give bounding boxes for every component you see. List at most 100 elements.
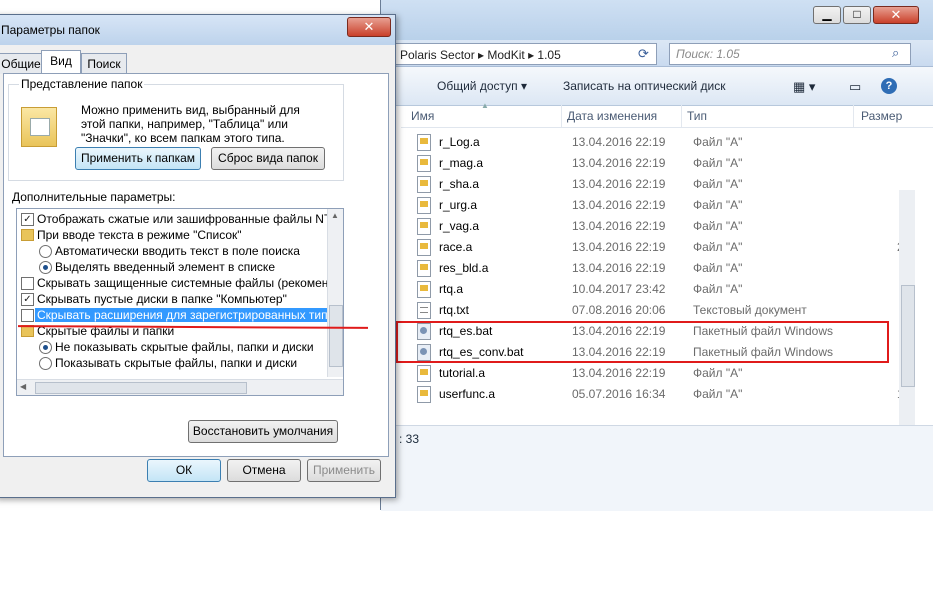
group-description: Можно применить вид, выбранный для этой … <box>81 103 300 145</box>
ok-button[interactable]: ОК <box>147 459 221 482</box>
sort-up-icon: ▲ <box>481 101 489 110</box>
search-icon[interactable]: ⌕ <box>892 45 899 61</box>
file-type: Файл "A" <box>693 198 743 212</box>
file-name[interactable]: res_bld.a <box>439 261 488 275</box>
status-area <box>381 425 933 511</box>
checkbox[interactable] <box>21 277 34 290</box>
maximize-button[interactable]: □ <box>843 6 871 24</box>
column-type[interactable]: Тип <box>687 109 707 123</box>
option-label: Не показывать скрытые файлы, папки и дис… <box>55 340 314 354</box>
option-label: Скрывать пустые диски в папке "Компьютер… <box>37 292 287 306</box>
file-a-icon <box>417 134 431 151</box>
tab-general[interactable]: Общие <box>0 53 43 74</box>
file-date: 13.04.2016 22:19 <box>572 366 666 380</box>
file-type: Файл "A" <box>693 156 743 170</box>
minimize-button[interactable]: ▁ <box>813 6 841 24</box>
option-label: Скрывать расширения для зарегистрированн… <box>35 308 337 322</box>
file-type: Файл "A" <box>693 366 743 380</box>
refresh-icon[interactable]: ⟳ <box>638 46 649 62</box>
address-bar[interactable]: Polaris Sector ▸ ModKit ▸ 1.05 ⟳ <box>387 43 657 65</box>
advanced-items: ✓ Отображать сжатые или зашифрованные фай… <box>17 209 337 377</box>
explorer-close-button[interactable]: ✕ <box>873 6 919 24</box>
tab-panel-view: Представление папок Можно применить вид,… <box>3 73 389 457</box>
scroll-up-icon[interactable]: ▲ <box>331 211 339 220</box>
restore-defaults-button[interactable]: Восстановить умолчания <box>188 420 338 443</box>
file-name[interactable]: userfunc.a <box>439 387 495 401</box>
cancel-button[interactable]: Отмена <box>227 459 301 482</box>
file-name[interactable]: rtq.a <box>439 282 463 296</box>
explorer-scroll-thumb[interactable] <box>901 285 915 387</box>
help-icon[interactable]: ? <box>881 78 897 94</box>
tab-search[interactable]: Поиск <box>81 53 127 74</box>
option-label: Скрывать защищенные системные файлы (рек… <box>37 276 332 290</box>
tab-view[interactable]: Вид <box>41 50 81 75</box>
column-size[interactable]: Размер <box>861 109 902 123</box>
share-menu-button[interactable]: Общий доступ ▾ <box>437 79 527 93</box>
folder-options-dialog: Параметры папок ✕ Общие Вид Поиск Предст… <box>0 14 396 498</box>
scroll-left-icon[interactable]: ◀ <box>20 382 26 391</box>
radio-button[interactable] <box>39 245 52 258</box>
file-row[interactable]: rtq.a 10.04.2017 23:42 Файл "A" <box>417 279 897 300</box>
radio-button[interactable] <box>39 261 52 274</box>
file-name[interactable]: r_vag.a <box>439 219 479 233</box>
file-row[interactable]: userfunc.a05.07.2016 16:34Файл "A"1 <box>417 384 904 405</box>
file-name[interactable]: tutorial.a <box>439 366 485 380</box>
file-type: Файл "A" <box>693 135 743 149</box>
file-date: 13.04.2016 22:19 <box>572 135 666 149</box>
advanced-hscroll-thumb[interactable] <box>35 382 247 394</box>
apply-button[interactable]: Применить <box>307 459 381 482</box>
radio-button[interactable] <box>39 357 52 370</box>
dialog-title: Параметры папок <box>1 23 100 37</box>
advanced-scroll-thumb[interactable] <box>329 305 343 367</box>
breadcrumb[interactable]: Polaris Sector ▸ ModKit ▸ 1.05 <box>400 48 561 62</box>
preview-pane-icon[interactable]: ▭ <box>849 79 861 95</box>
column-date[interactable]: Дата изменения <box>567 109 657 123</box>
file-row[interactable]: race.a13.04.2016 22:19Файл "A"2 <box>417 237 904 258</box>
checkbox[interactable]: ✓ <box>21 213 34 226</box>
file-name[interactable]: race.a <box>439 240 472 254</box>
advanced-scrollbar[interactable]: ▲ <box>327 209 343 377</box>
radio-button[interactable] <box>39 341 52 354</box>
reset-folders-button[interactable]: Сброс вида папок <box>211 147 325 170</box>
file-name[interactable]: r_Log.a <box>439 135 480 149</box>
explorer-titlebar: ▁ □ ✕ <box>381 0 933 40</box>
option-label: Показывать скрытые файлы, папки и диски <box>55 356 298 370</box>
apply-to-folders-button[interactable]: Применить к папкам <box>75 147 201 170</box>
file-name[interactable]: r_mag.a <box>439 156 483 170</box>
advanced-settings-label: Дополнительные параметры: <box>12 190 176 204</box>
file-date: 13.04.2016 22:19 <box>572 240 666 254</box>
file-a-icon <box>417 386 431 403</box>
view-options-icon[interactable]: ▦ ▾ <box>793 79 815 95</box>
folder-icon <box>21 229 34 241</box>
file-row[interactable]: r_urg.a 13.04.2016 22:19 Файл "A" <box>417 195 897 216</box>
file-row[interactable]: r_vag.a 13.04.2016 22:19 Файл "A" <box>417 216 897 237</box>
checkbox[interactable]: ✓ <box>21 293 34 306</box>
group-title: Представление папок <box>19 77 145 91</box>
file-name[interactable]: rtq.txt <box>439 303 469 317</box>
file-row[interactable]: rtq.txt 07.08.2016 20:06 Текстовый докумен… <box>417 300 897 321</box>
file-name[interactable]: r_urg.a <box>439 198 477 212</box>
file-date: 13.04.2016 22:19 <box>572 261 666 275</box>
file-row[interactable]: r_sha.a 13.04.2016 22:19 Файл "A" <box>417 174 897 195</box>
item-count: : 33 <box>399 432 420 446</box>
file-row[interactable]: r_Log.a 13.04.2016 22:19 Файл "A" <box>417 132 897 153</box>
file-a-icon <box>417 176 431 193</box>
annotation-highlight-box <box>396 321 889 363</box>
file-name[interactable]: r_sha.a <box>439 177 479 191</box>
file-row[interactable]: tutorial.a 13.04.2016 22:19 Файл "A" <box>417 363 897 384</box>
dialog-close-button[interactable]: ✕ <box>347 17 391 37</box>
file-a-icon <box>417 155 431 172</box>
file-date: 13.04.2016 22:19 <box>572 219 666 233</box>
column-name[interactable]: Имя <box>411 109 434 123</box>
file-row[interactable]: r_mag.a 13.04.2016 22:19 Файл "A" <box>417 153 897 174</box>
option-label: Выделять введенный элемент в списке <box>55 260 275 274</box>
file-a-icon <box>417 218 431 235</box>
file-type: Файл "A" <box>693 219 743 233</box>
file-date: 10.04.2017 23:42 <box>572 282 666 296</box>
burn-button[interactable]: Записать на оптический диск <box>563 79 726 93</box>
file-row[interactable]: res_bld.a 13.04.2016 22:19 Файл "A" <box>417 258 897 279</box>
file-type: Файл "A" <box>693 261 743 275</box>
advanced-hscrollbar[interactable]: ◀ <box>17 379 343 395</box>
checkbox[interactable] <box>21 309 34 322</box>
search-input[interactable]: Поиск: 1.05 ⌕ <box>669 43 911 65</box>
